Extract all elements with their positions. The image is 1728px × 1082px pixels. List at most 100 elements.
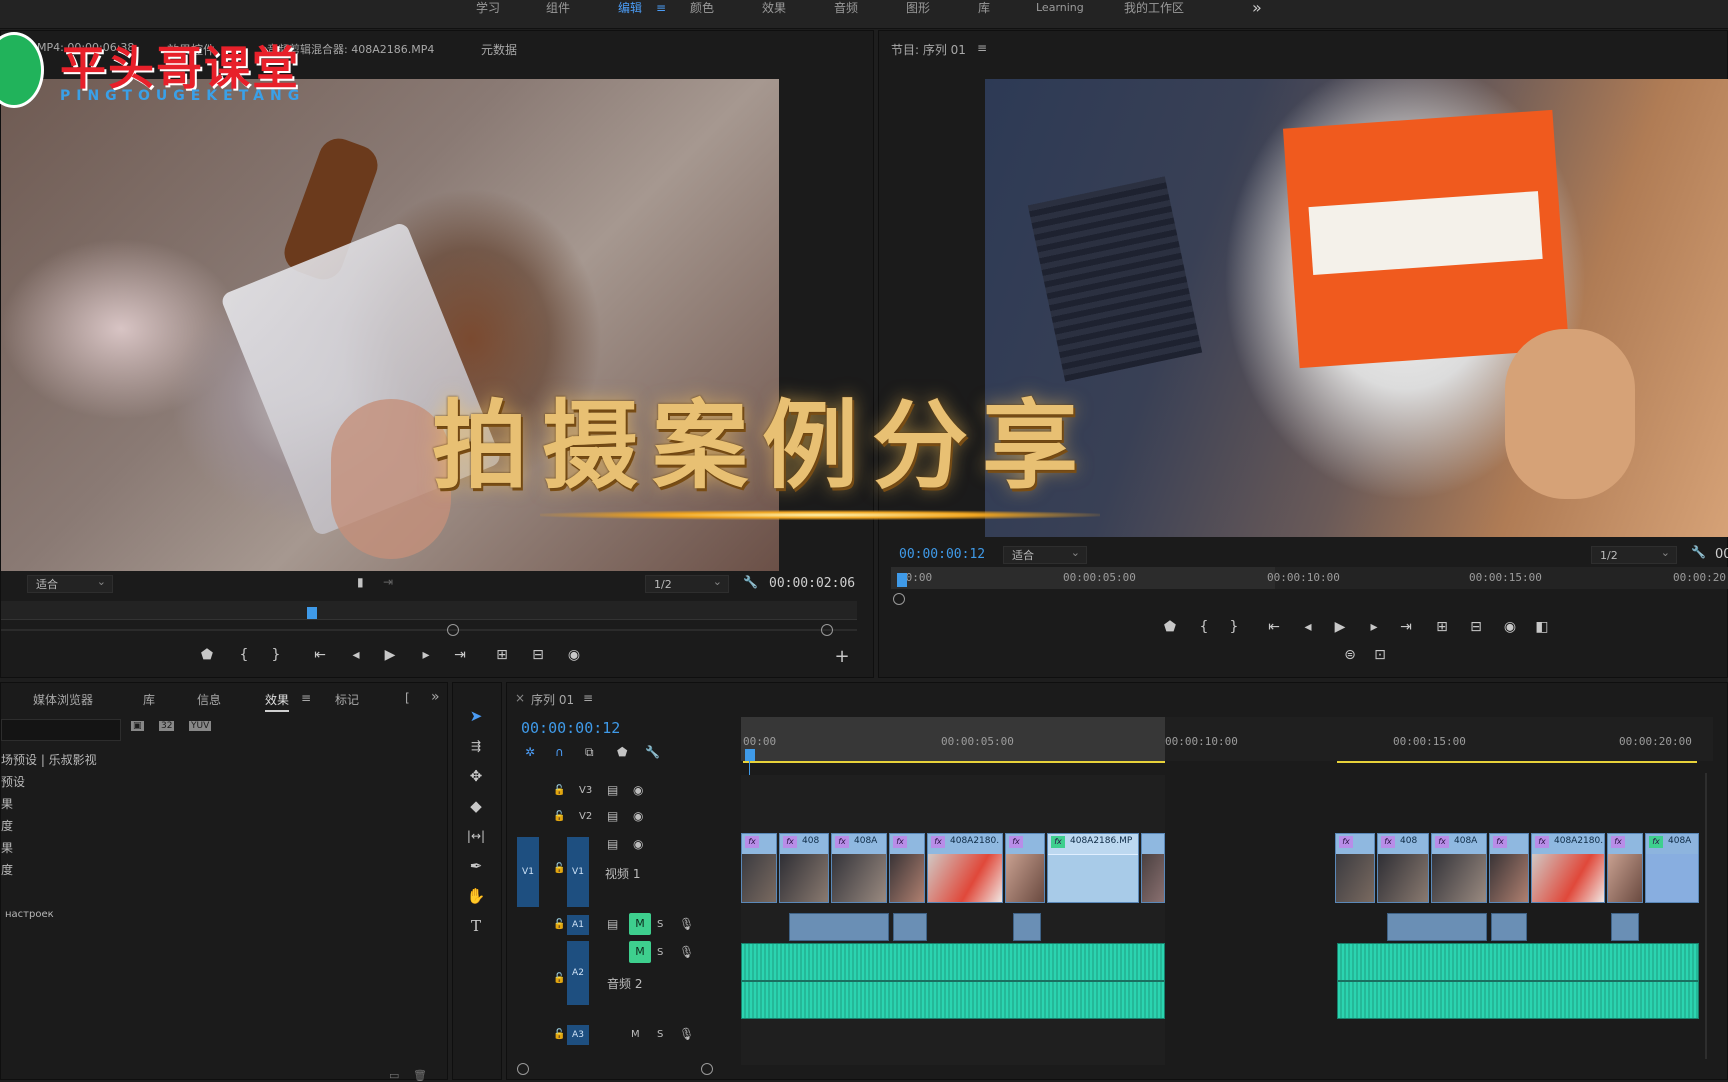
workspace-tab-color[interactable]: 颜色	[690, 0, 714, 20]
selection-tool-icon[interactable]: ➤	[465, 705, 487, 727]
info-tab[interactable]: 信息	[197, 691, 221, 708]
a1-clip[interactable]	[1013, 913, 1041, 941]
program-menu-icon[interactable]: ≡	[977, 41, 987, 55]
source-resolution-dropdown[interactable]: 1/2	[645, 573, 729, 593]
program-export-frame-icon[interactable]: ◉	[1499, 617, 1521, 637]
program-timecode[interactable]: 00:00:00:12	[899, 547, 985, 562]
v1-clip[interactable]: fx 408	[779, 833, 829, 903]
v1-clip[interactable]: fx 408A	[1645, 833, 1699, 903]
timeline-marker-icon[interactable]: ⬟	[617, 745, 627, 759]
workspace-tab-editing[interactable]: 编辑	[618, 0, 642, 20]
accelerated-effects-icon[interactable]: ▣	[131, 721, 144, 731]
program-mark-out-icon[interactable]: }	[1223, 617, 1245, 637]
source-fit-dropdown[interactable]: 适合	[27, 573, 113, 593]
a3-lock-icon[interactable]: 🔓	[553, 1029, 565, 1040]
a1-clip[interactable]	[893, 913, 927, 941]
a1-lock-icon[interactable]: 🔓	[553, 919, 565, 930]
a1-mic-icon[interactable]: 🎙	[679, 917, 694, 931]
v1-clip[interactable]: fx 408A2180.	[927, 833, 1003, 903]
a3-target[interactable]: A3	[567, 1025, 589, 1045]
markers-tab[interactable]: 标记	[335, 691, 359, 708]
a2-mute-button[interactable]: M	[629, 941, 651, 963]
add-marker-icon[interactable]: ⬟	[196, 645, 218, 665]
effects-tab[interactable]: 效果	[265, 691, 290, 712]
program-add-marker-icon[interactable]: ⬟	[1159, 617, 1181, 637]
program-resolution-dropdown[interactable]: 1/2	[1591, 544, 1677, 564]
a2-mic-icon[interactable]: 🎙	[679, 945, 694, 959]
extract-icon[interactable]: ⊟	[1465, 617, 1487, 637]
workspace-tab-learn[interactable]: 学习	[476, 0, 500, 20]
slip-tool-icon[interactable]: |↔|	[465, 825, 487, 847]
source-zoom-handle-right[interactable]	[821, 624, 833, 636]
timeline-playhead[interactable]	[745, 749, 755, 761]
export-frame-icon[interactable]: ◉	[563, 645, 585, 665]
v1-clip[interactable]	[1141, 833, 1165, 903]
close-sequence-icon[interactable]: ×	[515, 691, 525, 705]
effects-tab-menu-icon[interactable]: ≡	[301, 691, 311, 705]
v1-clip[interactable]: fx 408A	[831, 833, 887, 903]
panel-overflow-icon[interactable]: »	[431, 689, 440, 705]
v1-source-patch[interactable]: V1	[517, 837, 539, 907]
sequence-tab[interactable]: 序列 01	[531, 691, 574, 708]
v2-sync-icon[interactable]: ▤	[607, 809, 618, 823]
v1-clip[interactable]: fx 408A2180.	[1531, 833, 1605, 903]
workspace-tab-learning[interactable]: Learning	[1036, 0, 1084, 20]
a1-sync-icon[interactable]: ▤	[607, 917, 618, 931]
razor-tool-icon[interactable]: ◆	[465, 795, 487, 817]
source-zoom-bar[interactable]	[1, 629, 857, 631]
a1-solo-button[interactable]: S	[657, 919, 663, 930]
program-wrench-icon[interactable]: 🔧	[1691, 545, 1706, 559]
linked-selection-icon[interactable]: ∩	[555, 745, 564, 759]
workspace-tab-my-workspace[interactable]: 我的工作区	[1124, 0, 1184, 20]
go-to-out-icon[interactable]: ⇥	[449, 645, 471, 665]
mark-out-icon[interactable]: }	[265, 645, 287, 665]
program-go-to-in-icon[interactable]: ⇤	[1263, 617, 1285, 637]
v3-eye-icon[interactable]: ◉	[633, 783, 643, 797]
ripple-edit-tool-icon[interactable]: ✥	[465, 765, 487, 787]
metadata-tab[interactable]: 元数据	[481, 41, 517, 58]
v1-clip[interactable]: fx	[1335, 833, 1375, 903]
track-select-tool-icon[interactable]: ⇶	[465, 735, 487, 757]
v1-lock-icon[interactable]: 🔓	[553, 863, 565, 874]
wrench-icon[interactable]: 🔧	[743, 575, 758, 589]
timeline-vertical-scrollbar[interactable]	[1705, 773, 1707, 1059]
v2-eye-icon[interactable]: ◉	[633, 809, 643, 823]
mark-in-icon[interactable]: {	[233, 645, 255, 665]
a1-target[interactable]: A1	[567, 915, 589, 935]
v2-lock-icon[interactable]: 🔓	[553, 811, 565, 822]
v1-clip-selected[interactable]: fx 408A2186.MP	[1047, 833, 1139, 903]
vr-video-icon[interactable]: ⊜	[1339, 645, 1361, 665]
tree-item-3[interactable]: 度	[1, 817, 13, 834]
delete-icon[interactable]: 🗑	[413, 1069, 427, 1082]
step-back-icon[interactable]: ◂	[345, 645, 367, 665]
a2-audio-clip-left[interactable]	[741, 943, 1165, 1019]
timeline-zoom-handle-right[interactable]	[701, 1063, 713, 1075]
insert-button-icon[interactable]: ⊞	[491, 645, 513, 665]
source-zoom-handle-left[interactable]	[447, 624, 459, 636]
workspace-tab-audio[interactable]: 音频	[834, 0, 858, 20]
effects-search-input[interactable]	[1, 719, 121, 741]
comparison-view-icon[interactable]: ◧	[1531, 617, 1553, 637]
source-ruler[interactable]	[1, 601, 857, 620]
tree-item-7[interactable]: настроек	[5, 909, 54, 920]
v1-clip[interactable]: fx	[1005, 833, 1045, 903]
media-browser-tab[interactable]: 媒体浏览器	[33, 691, 93, 708]
program-step-forward-icon[interactable]: ▸	[1363, 617, 1385, 637]
program-play-icon[interactable]: ▶	[1329, 617, 1351, 637]
tree-item-2[interactable]: 果	[1, 795, 13, 812]
tree-item-0[interactable]: 场预设 | 乐叔影视	[1, 751, 97, 768]
a2-solo-button[interactable]: S	[657, 947, 663, 958]
play-icon[interactable]: ▶	[379, 645, 401, 665]
a1-clip[interactable]	[1491, 913, 1527, 941]
v1-target[interactable]: V1	[567, 837, 589, 907]
workspace-overflow-icon[interactable]: »	[1252, 0, 1262, 20]
new-bin-icon[interactable]: ▭	[389, 1069, 399, 1082]
program-zoom-handle[interactable]	[893, 593, 905, 605]
a2-lock-icon[interactable]: 🔓	[553, 973, 565, 984]
libraries-tab[interactable]: 库	[143, 691, 155, 708]
lift-icon[interactable]: ⊞	[1431, 617, 1453, 637]
v1-clip[interactable]: fx	[1489, 833, 1529, 903]
workspace-menu-icon[interactable]: ≡	[656, 0, 666, 20]
snap-icon[interactable]: ✲	[525, 745, 535, 759]
step-forward-icon[interactable]: ▸	[415, 645, 437, 665]
